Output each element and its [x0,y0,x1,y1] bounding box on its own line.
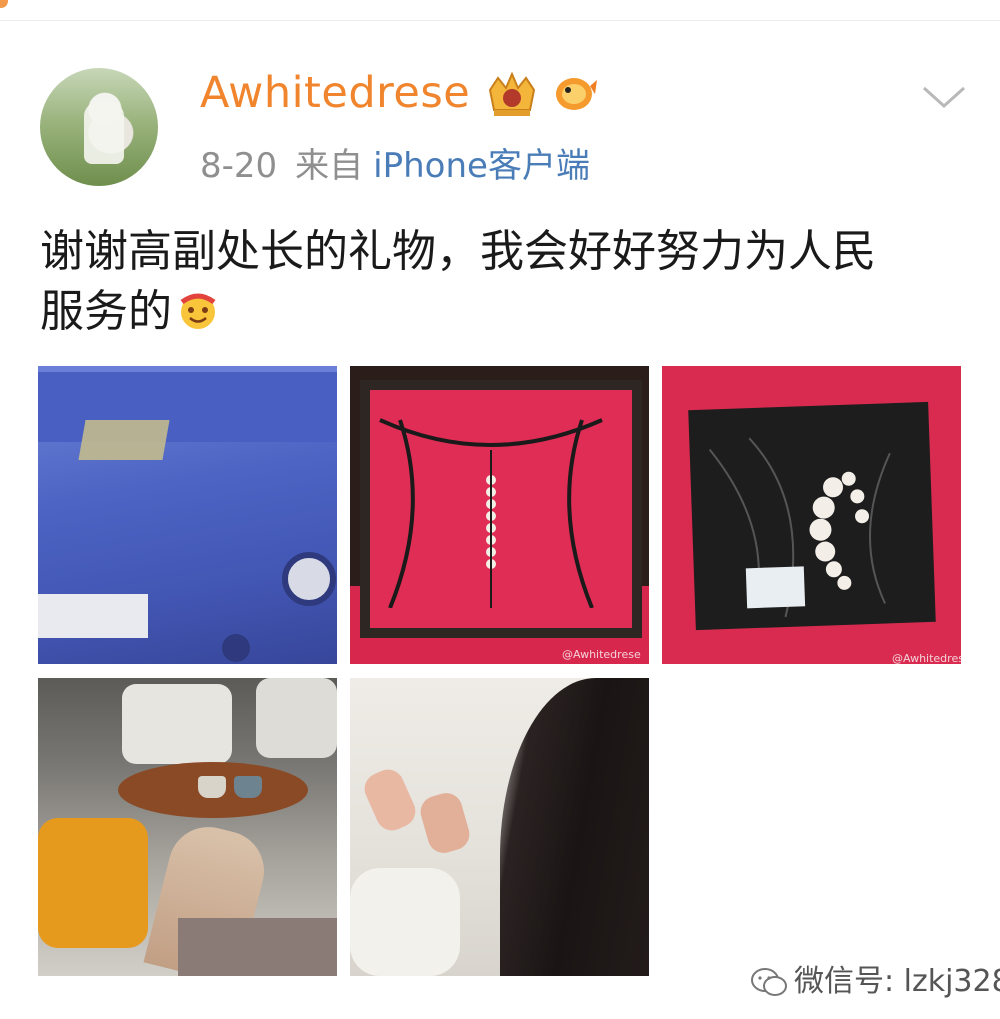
post-image-3[interactable]: @Awhitedrese [662,366,961,664]
crown-badge-icon[interactable] [484,70,540,120]
binder-ring [222,634,250,662]
smile-emoji-icon [180,293,216,329]
fish-badge-icon[interactable] [550,72,598,114]
black-gift-box [688,401,936,631]
pearl-necklace-graphic [708,437,891,618]
coffee-cup-shape [198,776,226,798]
photo-frame [360,380,642,638]
post-image-1[interactable] [38,366,337,664]
pillow-shape [350,868,460,976]
skirt-shape [178,918,337,976]
post-text-line-2-text: 服务的 [40,286,172,337]
post-text: 谢谢高副处长的礼物，我会好好努力为人民 服务的 [40,222,960,342]
tape-shape [78,420,170,460]
armchair-shape [122,684,232,764]
wechat-watermark: 微信号: lzkj328 [750,956,1000,1000]
hair-shape [500,678,649,976]
username[interactable]: Awhitedrese [200,68,470,118]
cushion-shape [38,818,148,948]
image-watermark: @Awhitedrese [562,648,641,661]
coffee-cup-shape [234,776,262,798]
wechat-id-text: 微信号: lzkj328 [794,964,1000,999]
post-meta: 8-20 来自 iPhone客户端 [200,138,590,187]
corner-marker [0,0,8,8]
chevron-down-icon[interactable] [920,82,968,112]
source-prefix: 来自 [295,146,364,186]
post-image-2[interactable]: @Awhitedrese [350,366,649,664]
pearl-strap-graphic [379,418,603,609]
post-text-line-1: 谢谢高副处长的礼物，我会好好努力为人民 [40,226,876,277]
post-text-line-2: 服务的 [40,282,960,342]
label-shape [38,594,148,638]
avatar[interactable] [40,68,158,186]
source-client-link[interactable]: iPhone客户端 [373,146,590,186]
foot-shape [416,789,474,857]
binder-ring [282,552,336,606]
post-date: 8-20 [200,146,278,186]
post-image-4[interactable] [38,678,337,976]
post-image-5[interactable] [350,678,649,976]
armchair-shape [256,678,337,758]
image-watermark: @Awhitedrese [892,652,961,664]
foot-shape [359,764,421,836]
wechat-icon [751,968,787,996]
top-divider [0,0,1000,21]
